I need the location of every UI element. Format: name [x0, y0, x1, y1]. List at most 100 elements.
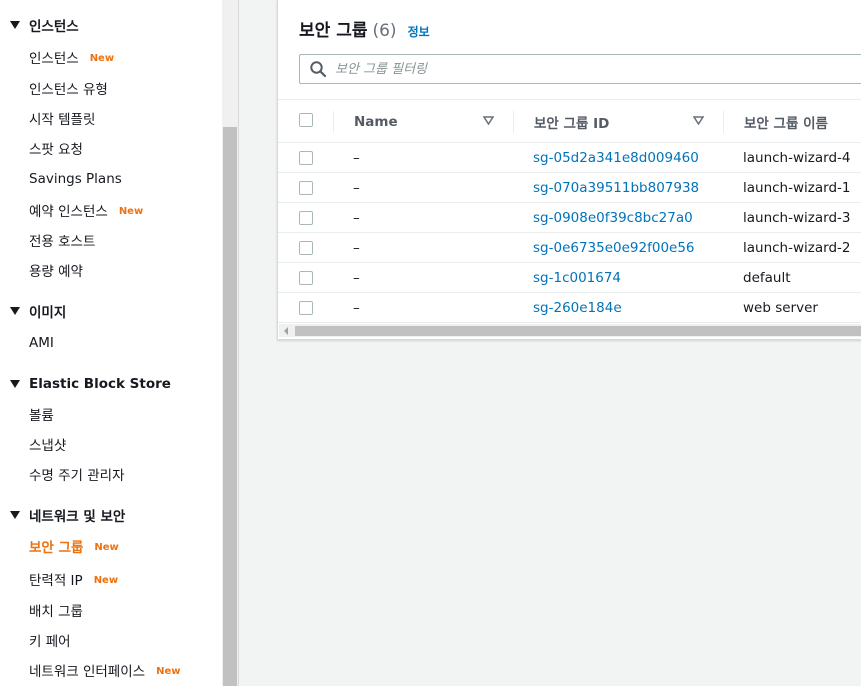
sidebar-item-key-pairs[interactable]: 키 페어 [29, 630, 71, 650]
sidebar-nav: 인스턴스 인스턴스 New 인스턴스 유형 시작 템플릿 스팟 요청 Savin… [0, 0, 222, 686]
sidebar-section-ebs[interactable]: Elastic Block Store [10, 374, 171, 394]
sidebar-item-dedicated-hosts[interactable]: 전용 호스트 [29, 230, 95, 250]
cell-group-id-link[interactable]: sg-260e184e [533, 293, 622, 323]
sidebar-item-label: 스팟 요청 [29, 142, 83, 158]
sidebar-item-instances[interactable]: 인스턴스 New [29, 47, 114, 67]
sidebar-item-label: Savings Plans [29, 171, 122, 187]
security-groups-panel: 보안 그룹 (6) 정보 Name 보안 그룹 ID 보안 그룹 이름 [277, 0, 861, 340]
caret-down-icon [10, 511, 20, 519]
sidebar-section-label: 이미지 [29, 305, 67, 321]
cell-group-name: launch-wizard-4 [743, 150, 851, 166]
scrollbar-thumb[interactable] [295, 326, 861, 336]
cell-group-id-link[interactable]: sg-0e6735e0e92f00e56 [533, 233, 695, 263]
table-row[interactable]: – sg-0e6735e0e92f00e56 launch-wizard-2 [278, 233, 861, 263]
cell-group-id-link[interactable]: sg-05d2a341e8d009460 [533, 143, 699, 173]
sidebar-item-volumes[interactable]: 볼륨 [29, 404, 54, 424]
column-separator [513, 111, 514, 133]
cell-group-id-link[interactable]: sg-0908e0f39c8bc27a0 [533, 203, 693, 233]
caret-down-icon [10, 380, 20, 388]
sidebar-item-label: AMI [29, 335, 54, 351]
table-row[interactable]: – sg-0908e0f39c8bc27a0 launch-wizard-3 [278, 203, 861, 233]
sidebar-item-spot-requests[interactable]: 스팟 요청 [29, 138, 83, 158]
row-checkbox[interactable] [299, 271, 313, 285]
sidebar-item-reserved-instances[interactable]: 예약 인스턴스 New [29, 200, 143, 220]
sidebar-section-label: 인스턴스 [29, 19, 79, 35]
column-header-group-id[interactable]: 보안 그룹 ID [534, 100, 609, 143]
sidebar-item-ami[interactable]: AMI [29, 333, 54, 353]
column-separator [333, 111, 334, 133]
sidebar-item-label: 전용 호스트 [29, 234, 96, 250]
row-checkbox[interactable] [299, 151, 313, 165]
sidebar-section-instances[interactable]: 인스턴스 [10, 15, 79, 35]
sidebar-scrollbar-thumb[interactable] [223, 127, 237, 686]
sort-triangle-icon[interactable] [693, 116, 704, 125]
sidebar-item-label: 배치 그룹 [29, 604, 83, 620]
filter-input[interactable] [335, 61, 735, 77]
cell-name: – [353, 150, 360, 166]
sidebar-item-label: 수명 주기 관리자 [29, 468, 125, 484]
new-badge: New [156, 665, 181, 677]
sidebar-item-label: 인스턴스 [29, 51, 79, 67]
sidebar-item-launch-templates[interactable]: 시작 템플릿 [29, 108, 95, 128]
row-checkbox[interactable] [299, 181, 313, 195]
cell-name: – [353, 240, 360, 256]
sidebar-section-images[interactable]: 이미지 [10, 301, 66, 321]
item-count: (6) [372, 21, 397, 41]
sidebar-item-label: 시작 템플릿 [29, 112, 96, 128]
sidebar-item-snapshots[interactable]: 스냅샷 [29, 434, 66, 454]
new-badge: New [118, 205, 144, 217]
table-row[interactable]: – sg-05d2a341e8d009460 launch-wizard-4 [278, 143, 861, 173]
sidebar-item-lifecycle-manager[interactable]: 수명 주기 관리자 [29, 464, 125, 484]
panel-header: 보안 그룹 (6) 정보 [299, 16, 430, 41]
table-row[interactable]: – sg-1c001674 default [278, 263, 861, 293]
sidebar-item-instance-types[interactable]: 인스턴스 유형 [29, 78, 108, 98]
cell-name: – [353, 210, 360, 226]
column-header-group-name[interactable]: 보안 그룹 이름 [744, 100, 828, 143]
sidebar-item-placement-groups[interactable]: 배치 그룹 [29, 600, 83, 620]
column-header-label: 보안 그룹 이름 [744, 115, 828, 132]
sidebar-item-label: 키 페어 [29, 634, 71, 650]
select-all-checkbox[interactable] [299, 113, 313, 127]
sidebar-item-savings-plans[interactable]: Savings Plans [29, 169, 122, 189]
sidebar-item-security-groups[interactable]: 보안 그룹 New [29, 536, 119, 556]
cell-group-name: default [743, 270, 791, 286]
cell-group-name: launch-wizard-1 [743, 180, 851, 196]
sidebar-section-label: Elastic Block Store [29, 376, 171, 392]
cell-group-name: launch-wizard-3 [743, 210, 851, 226]
sidebar-item-label: 용량 예약 [29, 264, 83, 280]
table-row[interactable]: – sg-260e184e web server [278, 293, 861, 323]
new-badge: New [94, 541, 119, 553]
filter-box[interactable] [299, 54, 861, 84]
caret-down-icon [10, 307, 20, 315]
sidebar-item-capacity-reservations[interactable]: 용량 예약 [29, 260, 83, 280]
sidebar-item-network-interfaces[interactable]: 네트워크 인터페이스 New [29, 660, 180, 680]
sidebar-divider [238, 0, 239, 686]
cell-name: – [353, 270, 360, 286]
cell-group-name: launch-wizard-2 [743, 240, 851, 256]
cell-group-id-link[interactable]: sg-1c001674 [533, 263, 621, 293]
sidebar-section-network-security[interactable]: 네트워크 및 보안 [10, 505, 125, 525]
sidebar-item-elastic-ips[interactable]: 탄력적 IP New [29, 569, 118, 589]
sort-triangle-icon[interactable] [483, 116, 494, 125]
table-row[interactable]: – sg-070a39511bb807938 launch-wizard-1 [278, 173, 861, 203]
table-horizontal-scrollbar[interactable] [279, 324, 861, 337]
row-checkbox[interactable] [299, 301, 313, 315]
page-title: 보안 그룹 [299, 21, 368, 41]
sidebar-item-label: 예약 인스턴스 [29, 204, 108, 220]
sidebar-item-label: 네트워크 인터페이스 [29, 664, 146, 680]
column-separator [723, 111, 724, 133]
new-badge: New [93, 574, 119, 586]
table-header: Name 보안 그룹 ID 보안 그룹 이름 [278, 100, 861, 143]
sidebar-item-label: 스냅샷 [29, 438, 67, 454]
scroll-left-arrow-icon[interactable] [284, 327, 288, 335]
cell-name: – [353, 180, 360, 196]
column-header-label: Name [354, 113, 398, 130]
sidebar-section-label: 네트워크 및 보안 [29, 509, 126, 525]
column-header-name[interactable]: Name [354, 100, 398, 143]
info-link[interactable]: 정보 [408, 23, 430, 40]
row-checkbox[interactable] [299, 241, 313, 255]
row-checkbox[interactable] [299, 211, 313, 225]
column-header-label: 보안 그룹 ID [534, 115, 610, 132]
sidebar-item-label: 볼륨 [29, 408, 54, 424]
cell-group-id-link[interactable]: sg-070a39511bb807938 [533, 173, 699, 203]
